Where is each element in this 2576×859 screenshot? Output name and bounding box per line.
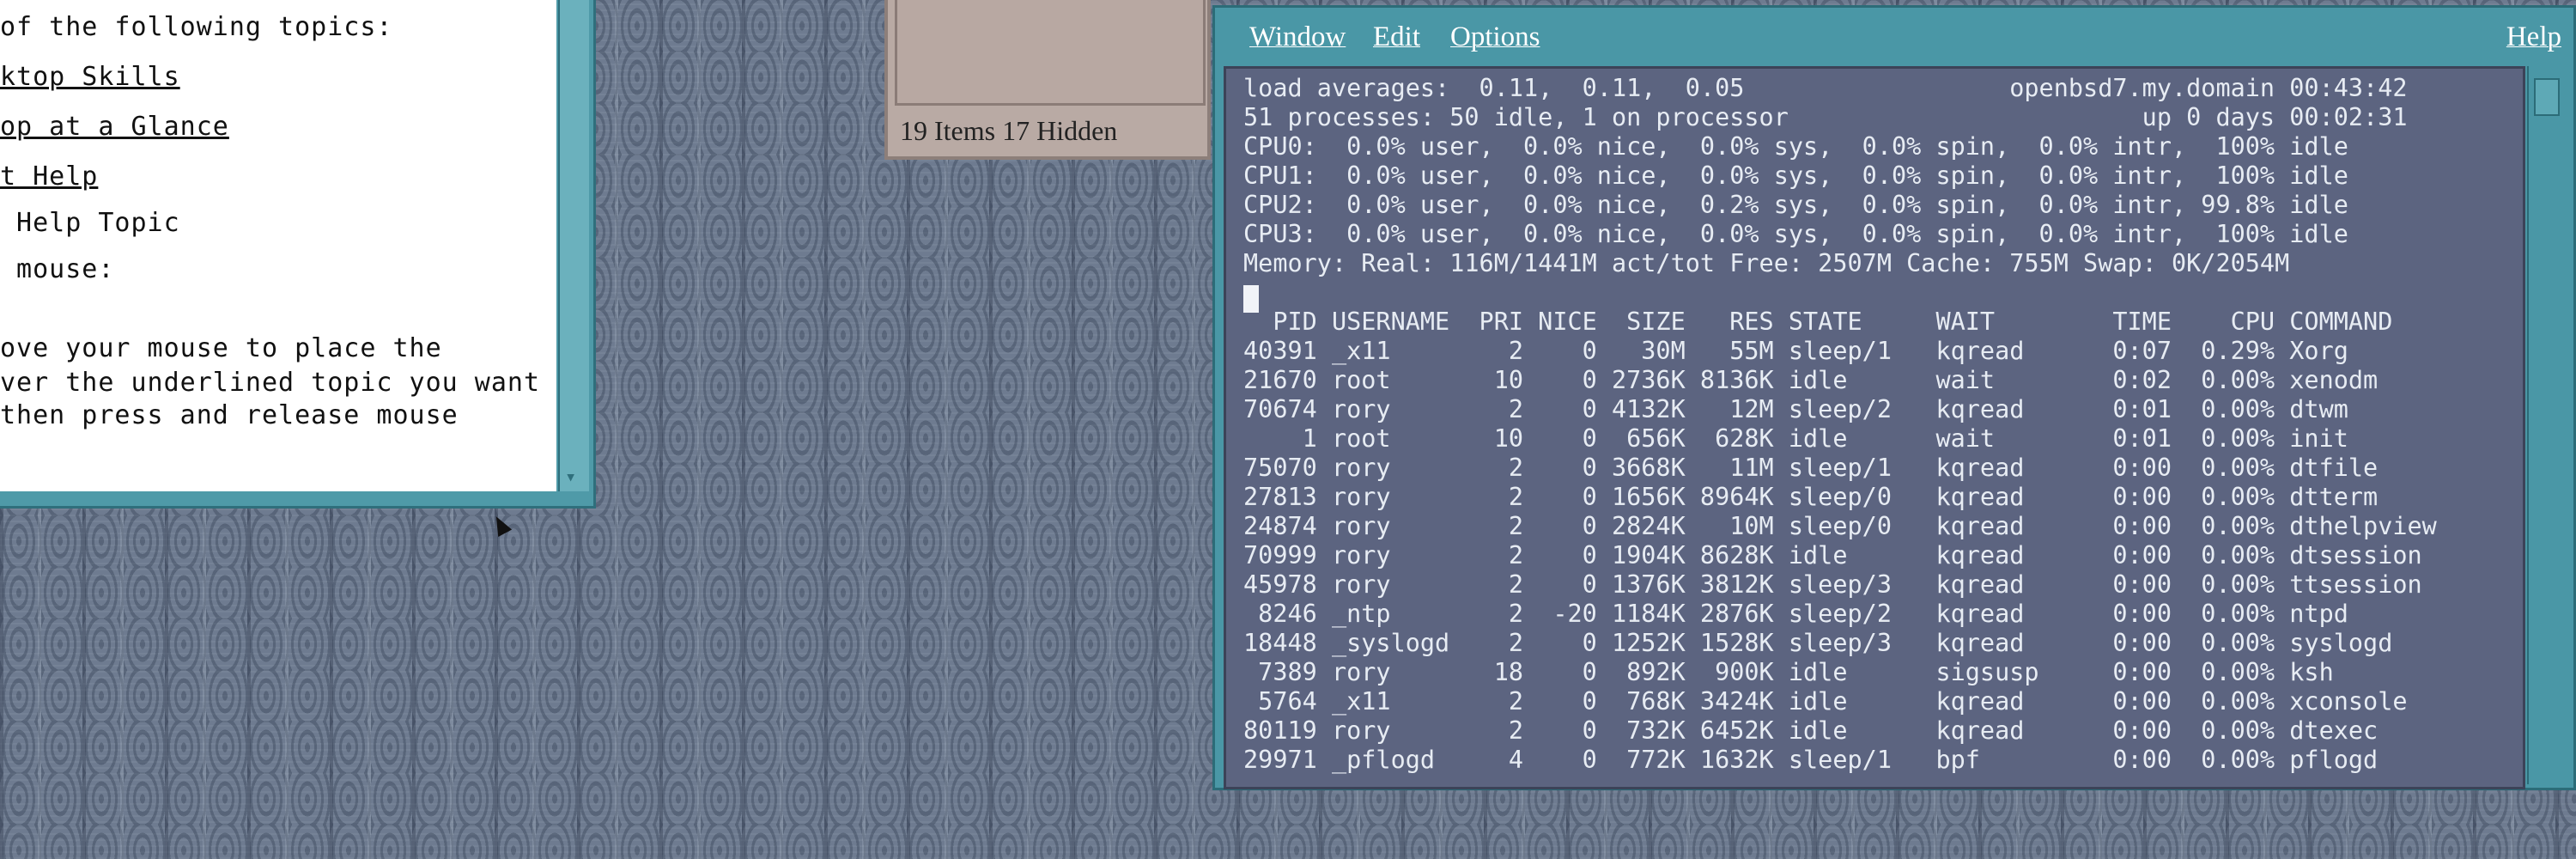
scroll-down-arrow-icon[interactable]: ▾ [565,466,576,488]
top-summary-line: 51 processes: 50 idle, 1 on processor up… [1243,103,2408,131]
help-content: of the following topics: ktop Skills op at… [0,0,556,491]
help-text-line: ove your mouse to place the [0,333,442,363]
file-manager-status: 19 Items 17 Hidden [900,115,1118,146]
menu-help[interactable]: Help [2506,21,2561,53]
top-summary-line: CPU3: 0.0% user, 0.0% nice, 0.0% sys, 0.… [1243,220,2348,248]
file-manager-window[interactable]: 19 Items 17 Hidden [884,0,1211,160]
process-row: 5764 _x11 2 0 768K 3424K idle kqread 0:0… [1243,687,2408,716]
process-row: 24874 rory 2 0 2824K 10M sleep/0 kqread … [1243,512,2437,540]
terminal-screen[interactable]: load averages: 0.11, 0.11, 0.05 openbsd7… [1224,66,2525,789]
process-row: 75070 rory 2 0 3668K 11M sleep/1 kqread … [1243,454,2379,482]
help-text-line: then press and release mouse [0,400,459,430]
help-text-line: of the following topics: [0,12,393,42]
process-row: 7389 rory 18 0 892K 900K idle sigsusp 0:… [1243,658,2334,686]
help-topic-link[interactable]: ktop Skills [0,62,180,92]
process-row: 21670 root 10 0 2736K 8136K idle wait 0:… [1243,366,2379,394]
help-vertical-scrollbar[interactable]: ▾ [558,0,589,491]
help-text-line: mouse: [0,254,115,284]
process-row: 70674 rory 2 0 4132K 12M sleep/2 kqread … [1243,395,2348,423]
top-summary-line: CPU0: 0.0% user, 0.0% nice, 0.0% sys, 0.… [1243,132,2348,161]
process-row: 1 root 10 0 656K 628K idle wait 0:01 0.0… [1243,424,2348,453]
help-text-line: ver the underlined topic you want [0,368,541,398]
process-table-header: PID USERNAME PRI NICE SIZE RES STATE WAI… [1243,308,2393,336]
terminal-window[interactable]: Window Edit Options Help load averages: … [1212,5,2576,790]
terminal-menubar: Window Edit Options Help [1220,13,2568,59]
top-summary-line: Memory: Real: 116M/1441M act/tot Free: 2… [1243,249,2290,277]
scrollbar-thumb[interactable] [2534,78,2560,116]
menu-options[interactable]: Options [1450,21,1540,53]
process-row: 40391 _x11 2 0 30M 55M sleep/1 kqread 0:… [1243,337,2348,365]
top-summary-line: CPU1: 0.0% user, 0.0% nice, 0.0% sys, 0.… [1243,161,2348,190]
mouse-pointer-icon [489,513,513,537]
process-row: 29971 _pflogd 4 0 772K 1632K sleep/1 bpf… [1243,746,2379,774]
help-text-line: Help Topic [0,208,180,238]
help-viewer-window[interactable]: of the following topics: ktop Skills op at… [0,0,596,509]
process-row: 80119 rory 2 0 732K 6452K idle kqread 0:… [1243,716,2379,745]
process-row: 27813 rory 2 0 1656K 8964K sleep/0 kqrea… [1243,483,2379,511]
terminal-vertical-scrollbar[interactable] [2527,66,2567,784]
menu-edit[interactable]: Edit [1373,21,1420,53]
process-row: 18448 _syslogd 2 0 1252K 1528K sleep/3 k… [1243,629,2393,657]
help-topic-link[interactable]: t Help [0,161,98,192]
top-summary-line: CPU2: 0.0% user, 0.0% nice, 0.2% sys, 0.… [1243,191,2348,219]
file-list-pane[interactable] [895,0,1206,106]
top-summary-line: load averages: 0.11, 0.11, 0.05 openbsd7… [1243,74,2408,102]
process-row: 8246 _ntp 2 -20 1184K 2876K sleep/2 kqre… [1243,600,2348,628]
help-topic-link[interactable]: op at a Glance [0,112,229,142]
process-row: 70999 rory 2 0 1904K 8628K idle kqread 0… [1243,541,2422,570]
menu-window[interactable]: Window [1249,21,1346,53]
process-row: 45978 rory 2 0 1376K 3812K sleep/3 kqrea… [1243,570,2422,599]
